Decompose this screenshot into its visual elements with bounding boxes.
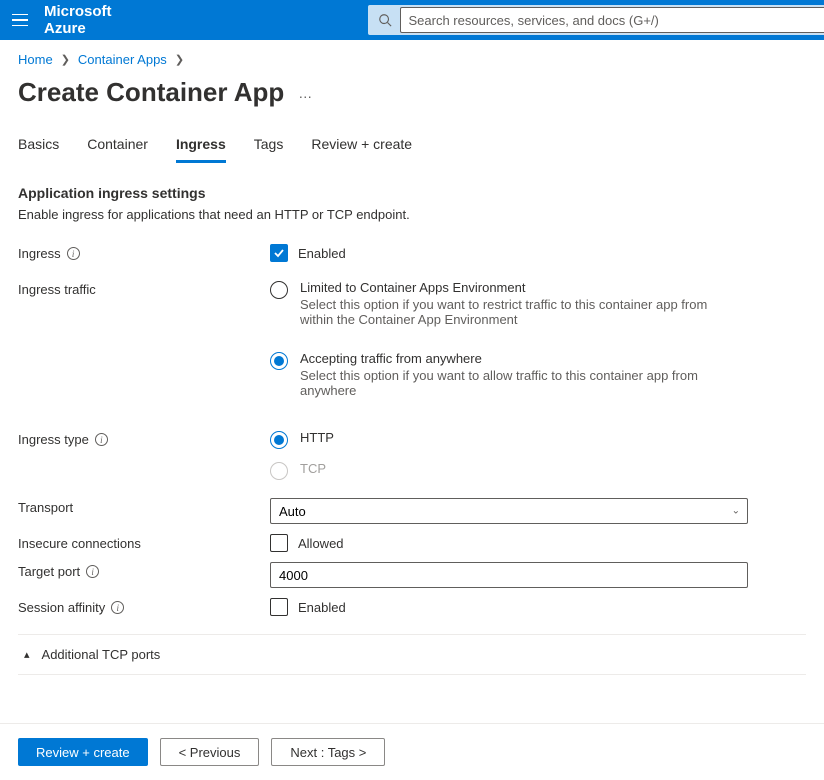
page-title-row: Create Container App … bbox=[18, 77, 806, 108]
target-port-label: Target port bbox=[18, 564, 80, 579]
session-affinity-checkbox[interactable] bbox=[270, 598, 288, 616]
tab-review[interactable]: Review + create bbox=[311, 136, 412, 163]
breadcrumb-section[interactable]: Container Apps bbox=[78, 52, 167, 67]
review-create-button[interactable]: Review + create bbox=[18, 738, 148, 766]
brand-label: Microsoft Azure bbox=[44, 3, 112, 37]
insecure-allowed-label: Allowed bbox=[298, 536, 344, 551]
info-icon[interactable]: i bbox=[95, 433, 108, 446]
tab-basics[interactable]: Basics bbox=[18, 136, 59, 163]
session-affinity-label: Session affinity bbox=[18, 600, 105, 615]
traffic-limited-radio[interactable] bbox=[270, 281, 288, 299]
section-desc: Enable ingress for applications that nee… bbox=[18, 207, 806, 222]
search-icon bbox=[378, 13, 392, 27]
breadcrumb: Home ❯ Container Apps ❯ bbox=[18, 52, 806, 67]
traffic-anywhere-desc: Select this option if you want to allow … bbox=[300, 368, 730, 398]
search-box[interactable] bbox=[368, 5, 824, 35]
insecure-label: Insecure connections bbox=[18, 536, 141, 551]
transport-label: Transport bbox=[18, 500, 73, 515]
tab-container[interactable]: Container bbox=[87, 136, 148, 163]
azure-topbar: Microsoft Azure bbox=[0, 0, 824, 40]
breadcrumb-home[interactable]: Home bbox=[18, 52, 53, 67]
ingress-type-label: Ingress type bbox=[18, 432, 89, 447]
menu-icon[interactable] bbox=[12, 10, 28, 30]
target-port-input[interactable] bbox=[270, 562, 748, 588]
info-icon[interactable]: i bbox=[86, 565, 99, 578]
chevron-right-icon: ❯ bbox=[175, 53, 184, 66]
traffic-limited-label: Limited to Container Apps Environment bbox=[300, 280, 730, 295]
tab-tags[interactable]: Tags bbox=[254, 136, 284, 163]
more-button[interactable]: … bbox=[298, 85, 314, 101]
traffic-anywhere-label: Accepting traffic from anywhere bbox=[300, 351, 730, 366]
insecure-allowed-checkbox[interactable] bbox=[270, 534, 288, 552]
section-title: Application ingress settings bbox=[18, 185, 806, 201]
search-input[interactable] bbox=[400, 7, 824, 33]
info-icon[interactable]: i bbox=[111, 601, 124, 614]
tab-ingress[interactable]: Ingress bbox=[176, 136, 226, 163]
chevron-right-icon: ❯ bbox=[61, 53, 70, 66]
next-button[interactable]: Next : Tags > bbox=[271, 738, 385, 766]
page-title: Create Container App bbox=[18, 77, 284, 108]
ingress-enabled-label: Enabled bbox=[298, 246, 346, 261]
ingress-label: Ingress bbox=[18, 246, 61, 261]
traffic-limited-desc: Select this option if you want to restri… bbox=[300, 297, 730, 327]
tabs: Basics Container Ingress Tags Review + c… bbox=[18, 136, 806, 163]
ingress-traffic-label: Ingress traffic bbox=[18, 282, 96, 297]
wizard-footer: Review + create < Previous Next : Tags > bbox=[0, 723, 824, 780]
additional-tcp-label: Additional TCP ports bbox=[42, 647, 161, 662]
additional-tcp-expander[interactable]: ▴ Additional TCP ports bbox=[18, 647, 806, 662]
type-http-radio[interactable] bbox=[270, 431, 288, 449]
type-tcp-radio bbox=[270, 462, 288, 480]
session-affinity-enabled-label: Enabled bbox=[298, 600, 346, 615]
type-tcp-label: TCP bbox=[300, 461, 326, 476]
ingress-enabled-checkbox[interactable] bbox=[270, 244, 288, 262]
info-icon[interactable]: i bbox=[67, 247, 80, 260]
type-http-label: HTTP bbox=[300, 430, 334, 445]
transport-select[interactable]: Auto bbox=[270, 498, 748, 524]
previous-button[interactable]: < Previous bbox=[160, 738, 260, 766]
traffic-anywhere-radio[interactable] bbox=[270, 352, 288, 370]
chevron-up-icon: ▴ bbox=[24, 648, 30, 661]
